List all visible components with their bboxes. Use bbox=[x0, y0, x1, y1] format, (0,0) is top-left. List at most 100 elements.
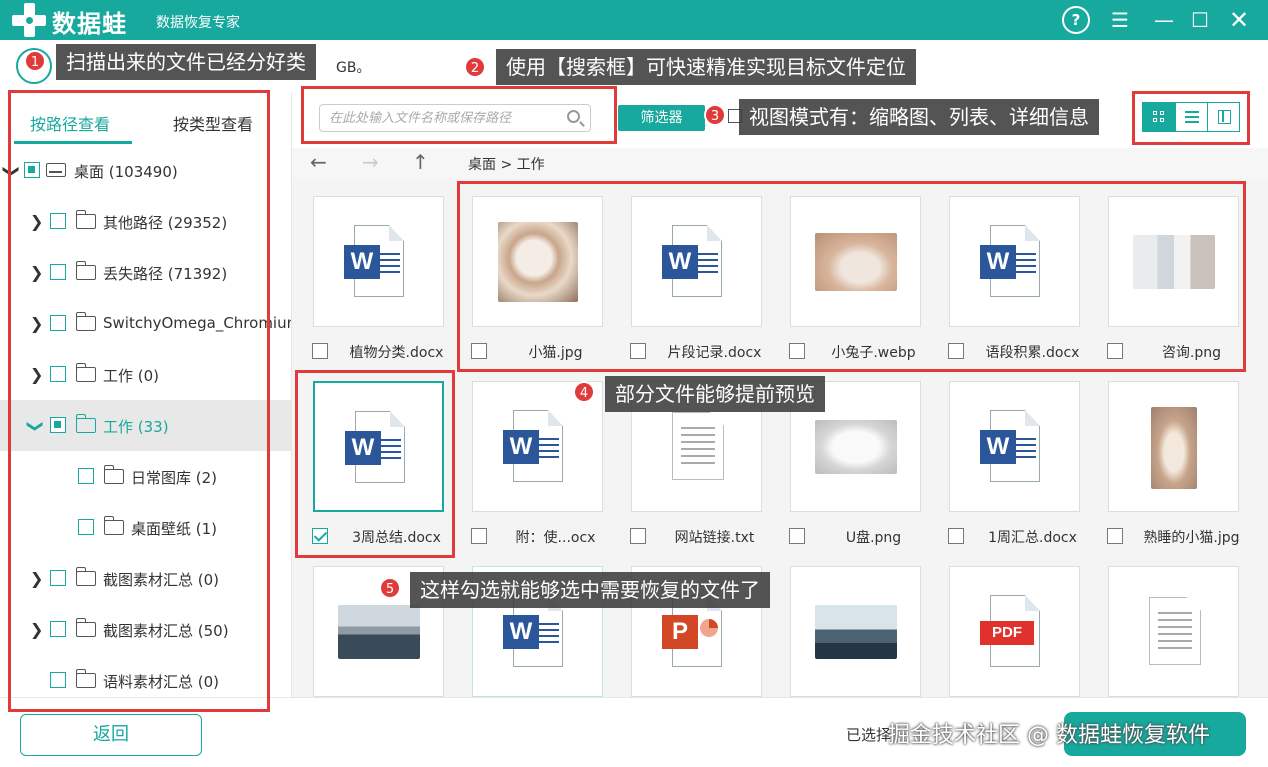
annotation-2: 使用【搜索框】可快速精准实现目标文件定位 bbox=[496, 49, 916, 85]
tree-checkbox[interactable] bbox=[50, 417, 66, 433]
file-thumbnail[interactable] bbox=[472, 196, 603, 327]
watermark-text: 掘金技术社区 @ 数据蛙恢复软件 bbox=[888, 723, 1210, 748]
file-checkbox[interactable] bbox=[1107, 343, 1123, 359]
file-thumbnail[interactable] bbox=[790, 196, 921, 327]
file-checkbox[interactable] bbox=[471, 528, 487, 544]
search-icon[interactable] bbox=[567, 110, 580, 123]
chevron-down-icon[interactable]: ❯ bbox=[27, 420, 46, 433]
tree-checkbox[interactable] bbox=[50, 213, 66, 229]
tree-item-label: 桌面壁纸 (1) bbox=[131, 520, 218, 538]
file-checkbox[interactable] bbox=[630, 343, 646, 359]
file-thumbnail[interactable] bbox=[1108, 381, 1239, 512]
file-caption: 3周总结.docx bbox=[312, 526, 462, 548]
tree-checkbox[interactable] bbox=[78, 468, 94, 484]
list-view-button[interactable] bbox=[1175, 103, 1207, 131]
help-icon[interactable]: ? bbox=[1062, 6, 1090, 34]
chevron-right-icon[interactable]: ❯ bbox=[30, 365, 43, 384]
file-thumbnail[interactable]: W bbox=[631, 196, 762, 327]
word-doc-icon: W bbox=[980, 410, 1042, 482]
search-input[interactable] bbox=[320, 105, 560, 131]
tree-item[interactable]: ❯ 工作 (0) bbox=[0, 349, 291, 400]
tree-item[interactable]: ❯ 其他路径 (29352) bbox=[0, 196, 291, 247]
file-checkbox[interactable] bbox=[789, 528, 805, 544]
filter-button[interactable]: 筛选器 bbox=[618, 105, 705, 131]
file-checkbox[interactable] bbox=[630, 528, 646, 544]
tree-item[interactable]: ❯ 工作 (33) bbox=[0, 400, 291, 451]
file-caption: U盘.png bbox=[789, 526, 939, 548]
annotation-2-text: 使用【搜索框】可快速精准实现目标文件定位 bbox=[506, 55, 906, 79]
tree-checkbox[interactable] bbox=[78, 519, 94, 535]
left-panel: 按路径查看 按类型查看 ❯ 桌面 (103490) ❯ 其他路径 (29352) ❯ 丢失… bbox=[0, 93, 292, 697]
file-checkbox[interactable] bbox=[948, 528, 964, 544]
tree-item[interactable]: ❯ 桌面 (103490) bbox=[0, 145, 291, 196]
file-checkbox[interactable] bbox=[789, 343, 805, 359]
tree-item[interactable]: 语料素材汇总 (0) bbox=[0, 655, 291, 697]
file-type-letter: W bbox=[980, 245, 1016, 279]
chevron-right-icon[interactable]: ❯ bbox=[30, 212, 43, 231]
chevron-right-icon[interactable]: ❯ bbox=[30, 263, 43, 282]
file-thumbnail[interactable] bbox=[790, 566, 921, 697]
file-checkbox[interactable] bbox=[948, 343, 964, 359]
thumbnail-view-button[interactable] bbox=[1143, 103, 1175, 131]
usb-drive-photo bbox=[815, 420, 897, 474]
forward-arrow-icon[interactable]: → bbox=[362, 150, 379, 174]
selected-info: 已选择 bbox=[846, 726, 892, 744]
chevron-right-icon[interactable]: ❯ bbox=[30, 569, 43, 588]
file-thumbnail[interactable] bbox=[1108, 566, 1239, 697]
tree-item[interactable]: 日常图库 (2) bbox=[0, 451, 291, 502]
tree-item[interactable]: ❯ 丢失路径 (71392) bbox=[0, 247, 291, 298]
detail-view-button[interactable] bbox=[1207, 103, 1239, 131]
word-doc-icon: W bbox=[662, 225, 724, 297]
word-doc-icon: W bbox=[503, 410, 565, 482]
file-thumbnail[interactable]: W bbox=[949, 196, 1080, 327]
tree-item-label: 语料素材汇总 (0) bbox=[103, 673, 220, 691]
file-type-letter: W bbox=[503, 615, 539, 649]
office-desk-photo bbox=[815, 605, 897, 659]
annotation-5-badge: 5 bbox=[379, 577, 401, 599]
file-type-letter: W bbox=[980, 430, 1016, 464]
file-thumbnail[interactable]: W bbox=[313, 196, 444, 327]
folder-icon bbox=[75, 363, 96, 382]
tree-checkbox[interactable] bbox=[50, 570, 66, 586]
tree-checkbox[interactable] bbox=[50, 264, 66, 280]
tree-checkbox[interactable] bbox=[50, 672, 66, 688]
tree-checkbox[interactable] bbox=[24, 162, 40, 178]
file-name: 附：使...ocx bbox=[515, 530, 596, 546]
file-thumbnail[interactable]: W bbox=[949, 381, 1080, 512]
file-thumbnail[interactable]: PDF bbox=[949, 566, 1080, 697]
file-name: 小猫.jpg bbox=[528, 345, 583, 361]
tree-item[interactable]: ❯ SwitchyOmega_Chromium bbox=[0, 298, 291, 349]
chevron-right-icon[interactable]: ❯ bbox=[30, 620, 43, 639]
file-name: 熟睡的小猫.jpg bbox=[1143, 530, 1240, 546]
tree-item[interactable]: ❯ 截图素材汇总 (0) bbox=[0, 553, 291, 604]
file-checkbox[interactable] bbox=[471, 343, 487, 359]
back-button[interactable]: 返回 bbox=[20, 714, 202, 756]
tree-item[interactable]: 桌面壁纸 (1) bbox=[0, 502, 291, 553]
text-file-icon bbox=[672, 412, 724, 480]
back-arrow-icon[interactable]: ← bbox=[310, 150, 327, 174]
file-grid: W 植物分类.docx 小猫.jpg W 片段记录.docx 小兔子.webp W 语段积累.… bbox=[292, 178, 1268, 697]
up-arrow-icon[interactable]: ↑ bbox=[412, 150, 429, 174]
file-type-letter: W bbox=[662, 245, 698, 279]
scan-info-text: GB。 bbox=[336, 60, 371, 76]
tree-checkbox[interactable] bbox=[50, 366, 66, 382]
file-thumbnail[interactable] bbox=[1108, 196, 1239, 327]
chevron-down-icon[interactable]: ❯ bbox=[3, 165, 22, 178]
minimize-icon[interactable]: — bbox=[1150, 6, 1178, 34]
file-name: 语段积累.docx bbox=[985, 345, 1080, 361]
file-thumbnail[interactable]: W bbox=[313, 381, 444, 512]
tab-by-path[interactable]: 按路径查看 bbox=[30, 111, 110, 135]
annotation-3-badge: 3 bbox=[704, 104, 726, 126]
close-icon[interactable]: ✕ bbox=[1225, 6, 1253, 34]
tree-checkbox[interactable] bbox=[50, 315, 66, 331]
menu-icon[interactable]: ☰ bbox=[1106, 6, 1134, 34]
file-checkbox[interactable] bbox=[312, 528, 328, 544]
file-checkbox[interactable] bbox=[1107, 528, 1123, 544]
file-checkbox[interactable] bbox=[312, 343, 328, 359]
folder-icon bbox=[75, 261, 96, 280]
chevron-right-icon[interactable]: ❯ bbox=[30, 314, 43, 333]
tree-item[interactable]: ❯ 截图素材汇总 (50) bbox=[0, 604, 291, 655]
tab-by-type[interactable]: 按类型查看 bbox=[173, 111, 253, 135]
tree-checkbox[interactable] bbox=[50, 621, 66, 637]
maximize-icon[interactable]: ☐ bbox=[1186, 6, 1214, 34]
